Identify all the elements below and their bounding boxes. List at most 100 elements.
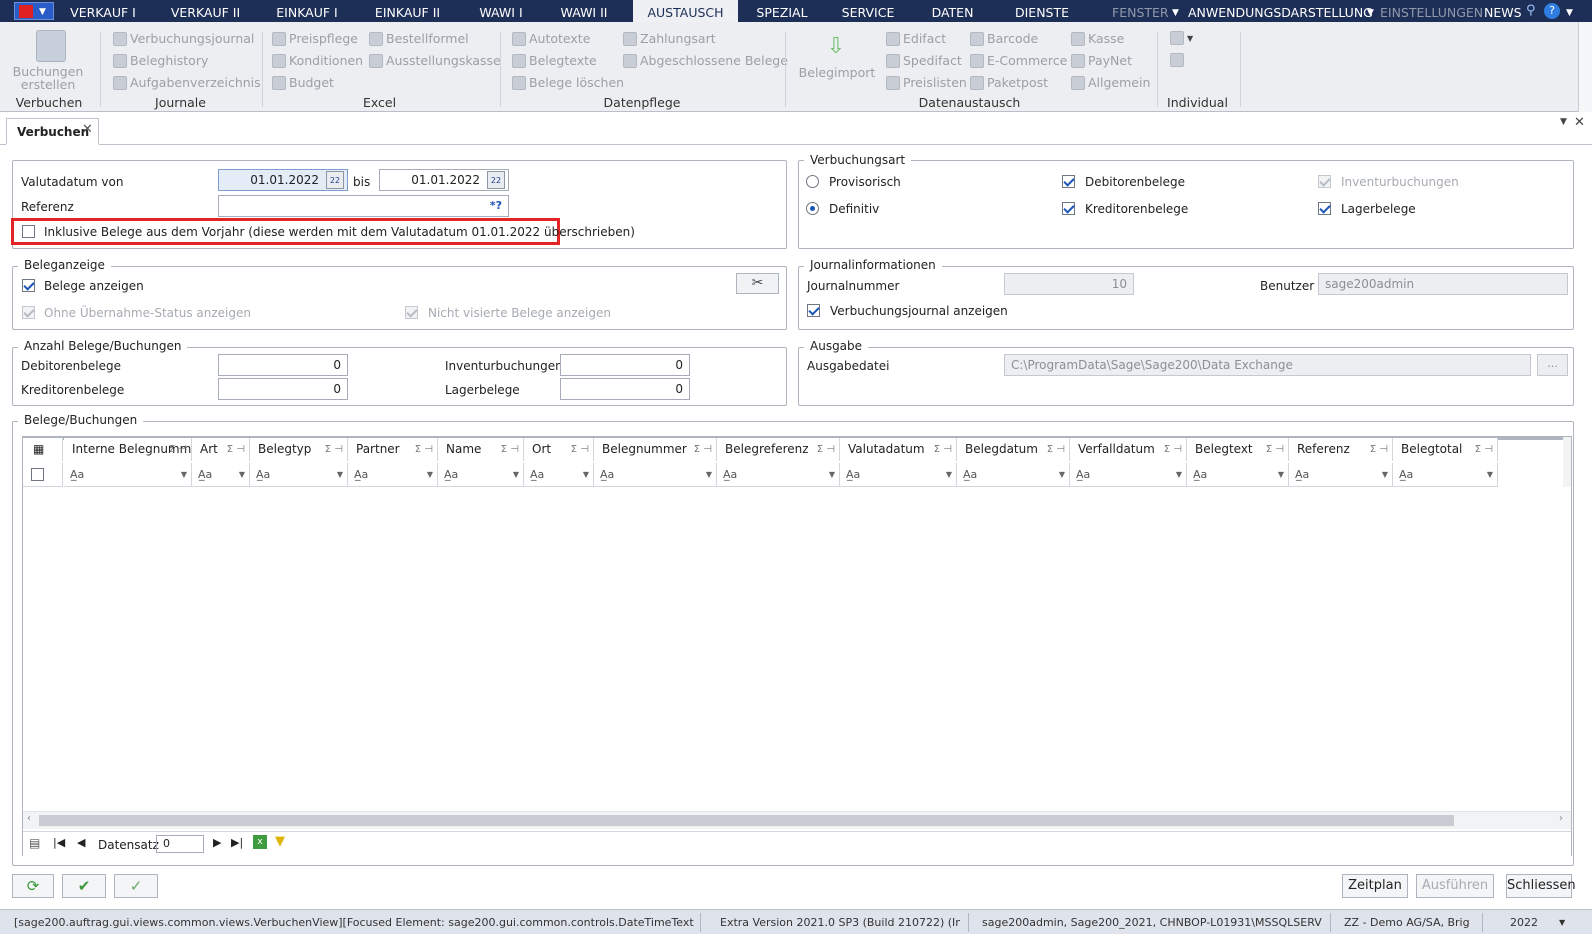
belege-anzeigen-checkbox[interactable] <box>22 279 35 292</box>
tab-einkauf-2[interactable]: EINKAUF II <box>360 0 455 22</box>
column-header[interactable]: Referenz Σ ⊣ <box>1289 438 1393 461</box>
belege-loeschen-button[interactable]: Belege löschen <box>512 75 624 90</box>
ohne-uebernahme-checkbox[interactable] <box>22 306 35 319</box>
sum-pin-icon[interactable]: Σ ⊣ <box>1047 438 1065 461</box>
chevron-down-icon[interactable]: ▼ <box>239 463 245 487</box>
spedifact-button[interactable]: Spedifact <box>886 53 962 68</box>
edifact-button[interactable]: Edifact <box>886 31 946 46</box>
chevron-down-icon[interactable]: ▼ <box>829 463 835 487</box>
scroll-left-icon[interactable]: ‹ <box>27 813 31 824</box>
sum-pin-icon[interactable]: Σ ⊣ <box>415 438 433 461</box>
sum-pin-icon[interactable]: Σ ⊣ <box>1266 438 1284 461</box>
sum-pin-icon[interactable]: Σ ⊣ <box>169 438 187 461</box>
tab-verbuchen[interactable]: Verbuchen ✕ <box>6 118 99 145</box>
sum-pin-icon[interactable]: Σ ⊣ <box>817 438 835 461</box>
tab-verkauf-2[interactable]: VERKAUF II <box>158 0 253 22</box>
column-header[interactable]: Belegtext Σ ⊣ <box>1187 438 1289 461</box>
tab-service[interactable]: SERVICE <box>833 0 903 22</box>
sum-pin-icon[interactable]: Σ ⊣ <box>227 438 245 461</box>
column-header[interactable]: Belegdatum Σ ⊣ <box>957 438 1070 461</box>
column-filter[interactable]: A̲a ▼ <box>438 463 524 487</box>
column-filter[interactable]: A̲a ▼ <box>524 463 594 487</box>
paketpost-button[interactable]: Paketpost <box>970 75 1048 90</box>
paynet-button[interactable]: PayNet <box>1071 53 1132 68</box>
column-header[interactable]: Valutadatum Σ ⊣ <box>840 438 957 461</box>
debitorenbelege-checkbox[interactable] <box>1062 175 1075 188</box>
tools-icon[interactable]: ✂ <box>736 273 779 294</box>
column-header[interactable]: Belegtyp Σ ⊣ <box>250 438 348 461</box>
sum-pin-icon[interactable]: Σ ⊣ <box>934 438 952 461</box>
ausstellungskasse-button[interactable]: Ausstellungskasse <box>369 53 501 68</box>
status-year[interactable]: 2022 <box>1510 916 1550 929</box>
column-filter[interactable]: A̲a ▼ <box>348 463 438 487</box>
filter-icon[interactable]: ▼ <box>275 834 285 849</box>
sum-pin-icon[interactable]: Σ ⊣ <box>1370 438 1388 461</box>
column-header[interactable]: Ort Σ ⊣ <box>524 438 594 461</box>
tab-austausch[interactable]: AUSTAUSCH <box>633 0 738 22</box>
sum-pin-icon[interactable]: Σ ⊣ <box>694 438 712 461</box>
sum-pin-icon[interactable]: Σ ⊣ <box>501 438 519 461</box>
tab-spezial[interactable]: SPEZIAL <box>748 0 816 22</box>
check-button[interactable]: ✔ <box>62 874 106 898</box>
column-filter[interactable]: A̲a ▼ <box>840 463 957 487</box>
verbuchungsjournal-anzeigen-checkbox[interactable] <box>807 304 820 317</box>
column-filter[interactable]: A̲a ▼ <box>1070 463 1187 487</box>
allgemein-button[interactable]: Allgemein <box>1071 75 1150 90</box>
datensatz-input[interactable]: 0 <box>156 835 204 853</box>
zahlungsart-button[interactable]: Zahlungsart <box>623 31 716 46</box>
tab-dienste[interactable]: DIENSTE <box>1004 0 1080 22</box>
schliessen-button[interactable]: Schliessen <box>1506 874 1576 898</box>
column-header[interactable]: Belegreferenz Σ ⊣ <box>717 438 840 461</box>
column-header[interactable]: Art Σ ⊣ <box>192 438 250 461</box>
tab-verkauf-1[interactable]: VERKAUF I <box>58 0 148 22</box>
preispflege-button[interactable]: Preispflege <box>272 31 358 46</box>
next-record-icon[interactable]: ▶ <box>213 836 221 849</box>
column-filter[interactable]: A̲a ▼ <box>717 463 840 487</box>
excel-export-icon[interactable]: x <box>253 835 267 849</box>
column-header[interactable]: Belegnummer Σ ⊣ <box>594 438 717 461</box>
horizontal-scrollbar[interactable]: ‹ › <box>23 811 1571 829</box>
navigator-menu-icon[interactable]: ▤ <box>29 836 40 850</box>
chevron-down-icon[interactable]: ▼ <box>946 463 952 487</box>
bestellformel-button[interactable]: Bestellformel <box>369 31 469 46</box>
ausfuehren-button[interactable]: Ausführen <box>1416 874 1494 898</box>
app-menu-button[interactable]: ▼ <box>14 2 54 20</box>
scroll-right-icon[interactable]: › <box>1559 813 1563 824</box>
tab-wawi-1[interactable]: WAWI I <box>466 0 536 22</box>
tab-wawi-2[interactable]: WAWI II <box>548 0 620 22</box>
check-all-button[interactable]: ✓ <box>114 874 158 898</box>
e-commerce-button[interactable]: E-Commerce <box>970 53 1067 68</box>
verbuchungsjournal-button[interactable]: Verbuchungsjournal <box>113 31 254 46</box>
column-filter[interactable]: A̲a ▼ <box>594 463 717 487</box>
autotexte-button[interactable]: Autotexte <box>512 31 590 46</box>
preislisten-button[interactable]: Preislisten <box>886 75 967 90</box>
vorjahr-checkbox[interactable] <box>22 225 35 238</box>
column-filter[interactable]: A̲a ▼ <box>1187 463 1289 487</box>
last-record-icon[interactable]: ▶| <box>231 836 243 849</box>
column-header[interactable]: Partner Σ ⊣ <box>348 438 438 461</box>
belegtexte-button[interactable]: Belegtexte <box>512 53 597 68</box>
kasse-button[interactable]: Kasse <box>1071 31 1124 46</box>
definitiv-radio[interactable] <box>806 202 819 215</box>
abgeschlossene-belege-button[interactable]: Abgeschlossene Belege <box>623 53 788 68</box>
sum-pin-icon[interactable]: Σ ⊣ <box>325 438 343 461</box>
calendar-icon[interactable]: 22 <box>487 171 505 189</box>
column-chooser-icon[interactable]: ▦ <box>23 438 63 461</box>
chevron-down-icon[interactable]: ▼ <box>583 463 589 487</box>
previous-record-icon[interactable]: ◀ <box>77 836 85 849</box>
close-icon[interactable]: ✕ <box>1574 115 1585 130</box>
column-header[interactable]: Name Σ ⊣ <box>438 438 524 461</box>
calendar-icon[interactable]: 22 <box>326 171 344 189</box>
kreditorenbelege-checkbox[interactable] <box>1062 202 1075 215</box>
buchungen-erstellen-button[interactable]: Buchungen erstellen <box>10 65 86 91</box>
chevron-down-icon[interactable]: ▼ <box>513 463 519 487</box>
column-header[interactable]: Verfalldatum Σ ⊣ <box>1070 438 1187 461</box>
individual-edit-button[interactable] <box>1170 53 1184 67</box>
sum-pin-icon[interactable]: Σ ⊣ <box>571 438 589 461</box>
column-header[interactable]: Belegtotal Σ ⊣ <box>1393 438 1498 461</box>
zeitplan-button[interactable]: Zeitplan <box>1342 874 1408 898</box>
chevron-down-icon[interactable]: ▼ <box>1059 463 1065 487</box>
inventurbuchungen-checkbox[interactable] <box>1318 175 1331 188</box>
chevron-down-icon[interactable]: ▼ <box>1278 463 1284 487</box>
individual-dropdown-button[interactable]: ▼ <box>1170 31 1193 45</box>
